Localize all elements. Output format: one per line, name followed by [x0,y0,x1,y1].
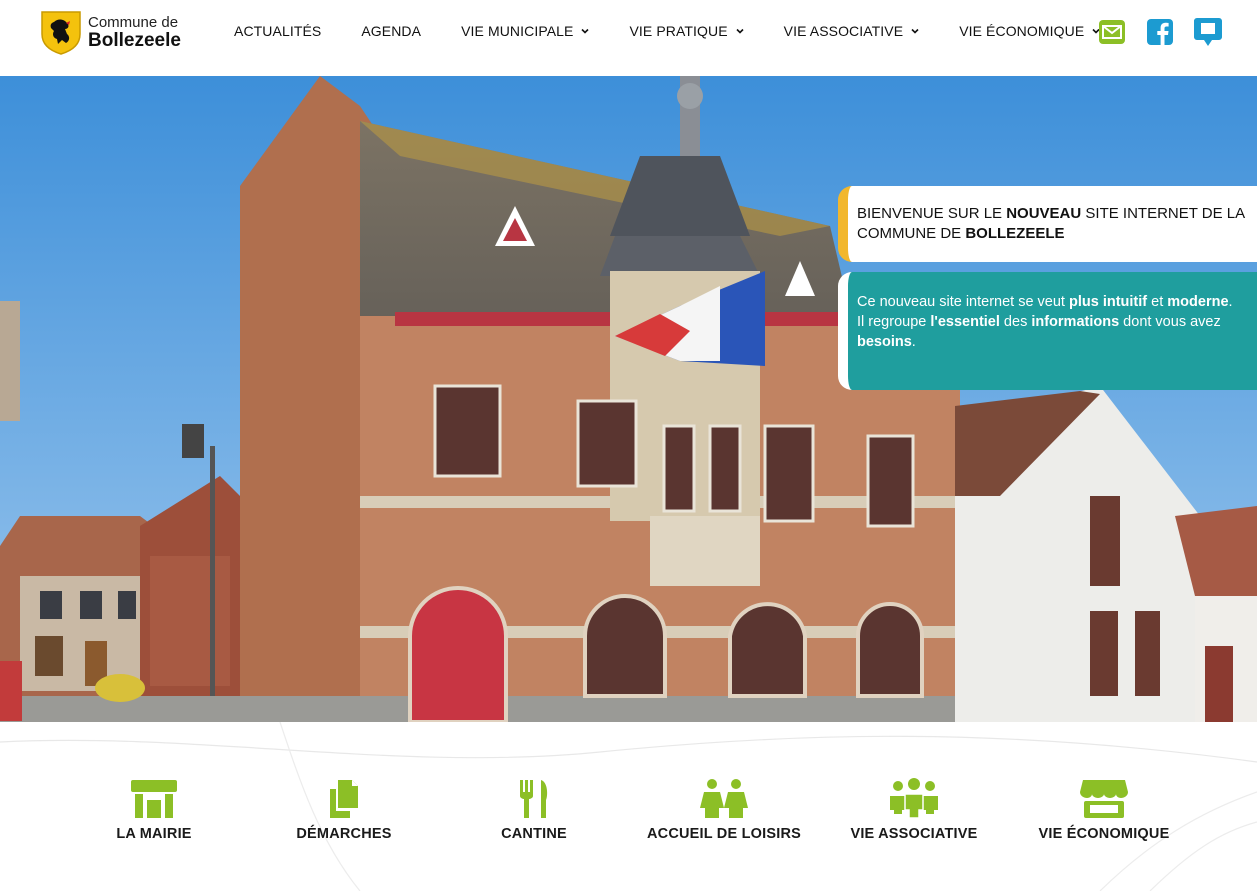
intro-text: Ce nouveau site internet se veut [857,294,1069,310]
welcome-highlight: BOLLEZEELE [965,225,1065,242]
envelope-icon[interactable] [1098,17,1126,47]
chevron-down-icon [736,28,744,34]
quicklink-label: DÉMARCHES [296,826,392,842]
nav-vie-economique[interactable]: VIE ÉCONOMIQUE [959,23,1100,39]
intro-highlight: informations [1031,314,1120,330]
town-hall-icon [131,780,177,818]
intro-text: des [999,314,1032,330]
intro-text: . [911,334,916,350]
nav-actualites[interactable]: ACTUALITÉS [234,23,321,39]
intro-highlight: l'essentiel [930,314,1000,330]
group-icon [890,778,938,819]
facebook-icon[interactable] [1146,17,1174,47]
nav-label: VIE MUNICIPALE [461,23,574,39]
intro-text: . [1228,294,1233,310]
site-logo[interactable]: Commune de Bollezeele [40,10,181,55]
intro-highlight: besoins [857,334,912,350]
fork-knife-icon [520,780,548,818]
quicklink-la-mairie[interactable]: LA MAIRIE [59,778,249,842]
quicklink-demarches[interactable]: DÉMARCHES [249,778,439,842]
intro-text: Il regroupe [857,314,931,330]
coat-of-arms-icon [41,11,81,55]
chevron-down-icon [581,28,590,34]
quicklink-cantine[interactable]: CANTINE [439,778,629,842]
chat-bubble-icon[interactable] [1194,17,1222,47]
quicklink-vie-economique[interactable]: VIE ÉCONOMIQUE [1009,778,1199,842]
quicklink-label: LA MAIRIE [116,826,192,842]
quicklink-accueil-de-loisirs[interactable]: ACCUEIL DE LOISIRS [629,778,819,842]
nav-vie-pratique[interactable]: VIE PRATIQUE [629,23,744,39]
quicklink-label: VIE ÉCONOMIQUE [1038,826,1170,842]
quick-links: LA MAIRIE DÉMARCHES CANTINE ACCUEIL DE L… [0,722,1257,891]
welcome-banner: BIENVENUE SUR LE NOUVEAU SITE INTERNET D… [838,186,1257,262]
nav-agenda[interactable]: AGENDA [361,23,421,39]
nav-label: VIE PRATIQUE [629,23,728,39]
chevron-down-icon [911,28,919,34]
main-nav: ACTUALITÉS AGENDA VIE MUNICIPALE VIE PRA… [234,23,1100,39]
nav-label: AGENDA [361,23,422,39]
intro-highlight: plus intuitif [1069,294,1148,310]
nav-label: VIE ÉCONOMIQUE [959,23,1085,39]
children-icon [700,779,748,818]
intro-highlight: moderne [1167,294,1229,310]
shop-icon [1080,780,1128,818]
documents-icon [330,780,358,818]
site-header: Commune de Bollezeele ACTUALITÉS AGENDA … [0,0,1257,76]
logo-line2: Bollezeele [88,30,181,51]
quicklink-label: CANTINE [501,826,567,842]
quicklink-label: ACCUEIL DE LOISIRS [647,826,801,842]
header-icons [1098,17,1222,47]
hero-banner: BIENVENUE SUR LE NOUVEAU SITE INTERNET D… [0,76,1257,722]
nav-label: VIE ASSOCIATIVE [783,23,904,39]
town-hall-photo [0,76,1257,722]
nav-vie-municipale[interactable]: VIE MUNICIPALE [461,23,590,39]
intro-text: et [1147,294,1168,310]
welcome-highlight: NOUVEAU [1006,205,1082,222]
welcome-text: BIENVENUE SUR LE [857,205,1007,222]
quicklink-vie-associative[interactable]: VIE ASSOCIATIVE [819,778,1009,842]
logo-line1: Commune de [88,14,179,31]
nav-vie-associative[interactable]: VIE ASSOCIATIVE [784,23,920,39]
intro-text: dont vous avez [1119,314,1221,330]
nav-label: ACTUALITÉS [234,23,322,39]
quicklink-label: VIE ASSOCIATIVE [850,826,978,842]
intro-banner: Ce nouveau site internet se veut plus in… [838,272,1257,390]
